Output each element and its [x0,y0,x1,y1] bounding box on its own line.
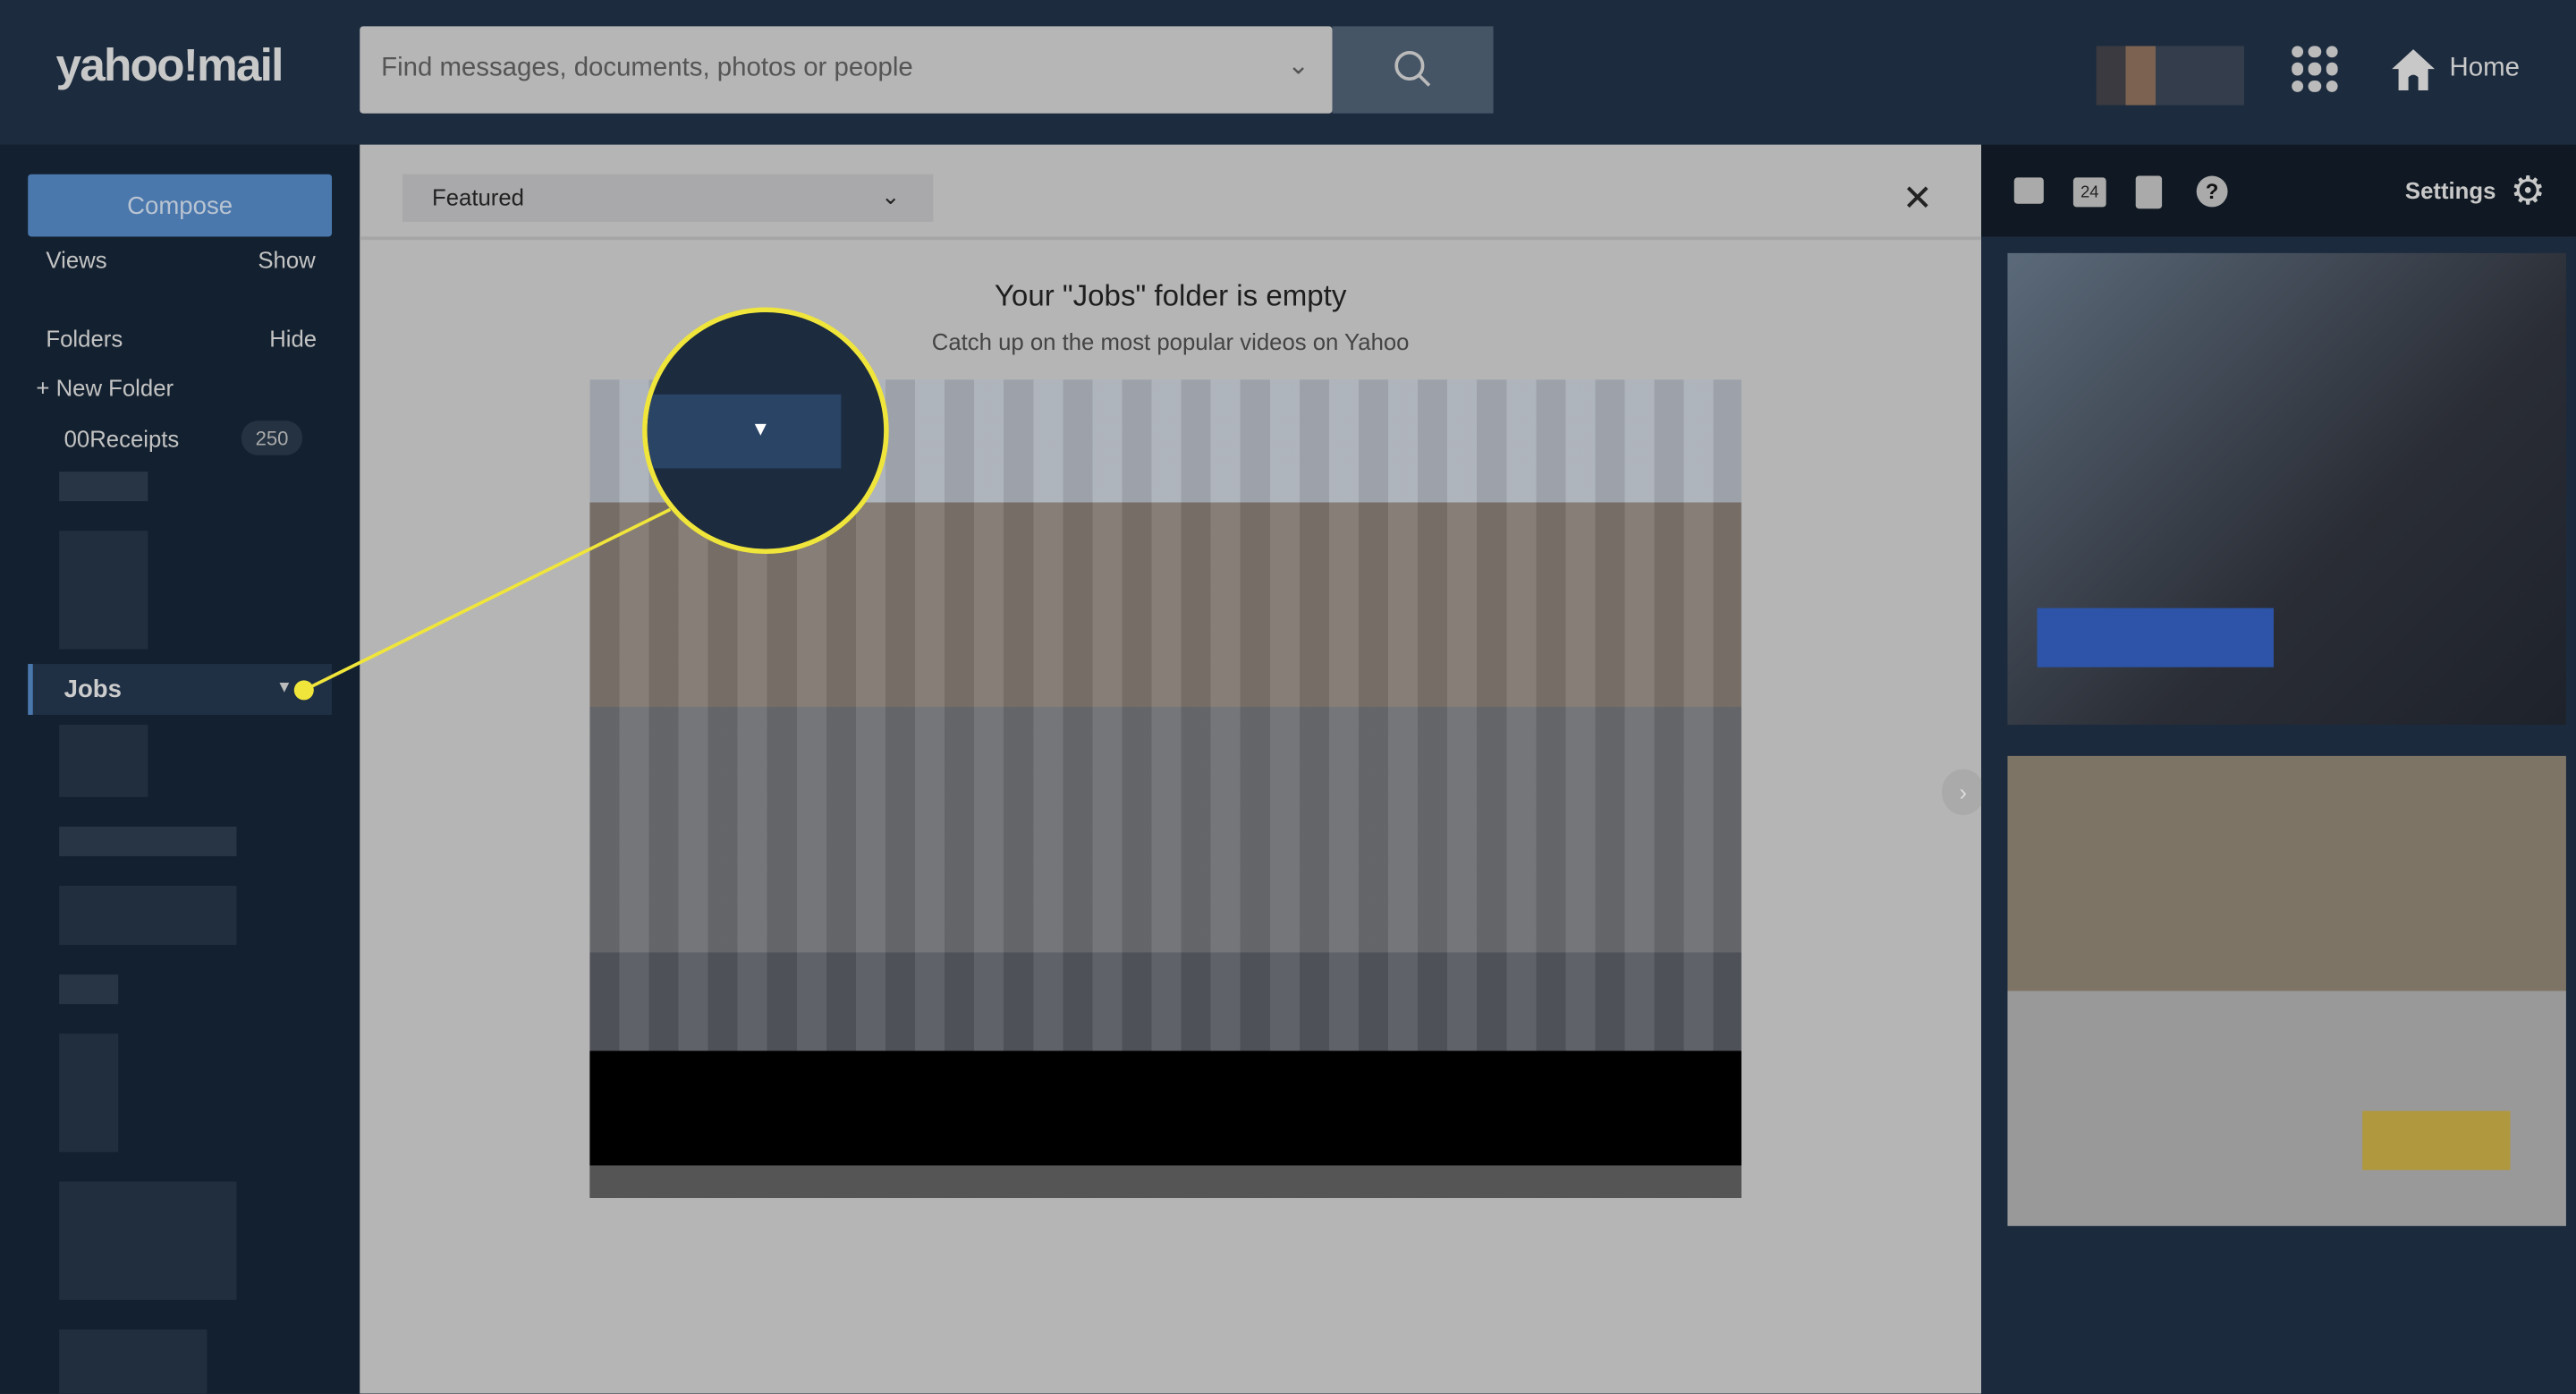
caret-down-icon: ▼ [750,417,771,441]
caret-zoom: ▼ [647,394,842,469]
callout-line [293,507,672,701]
zoom-callout: ▼ [642,307,889,554]
